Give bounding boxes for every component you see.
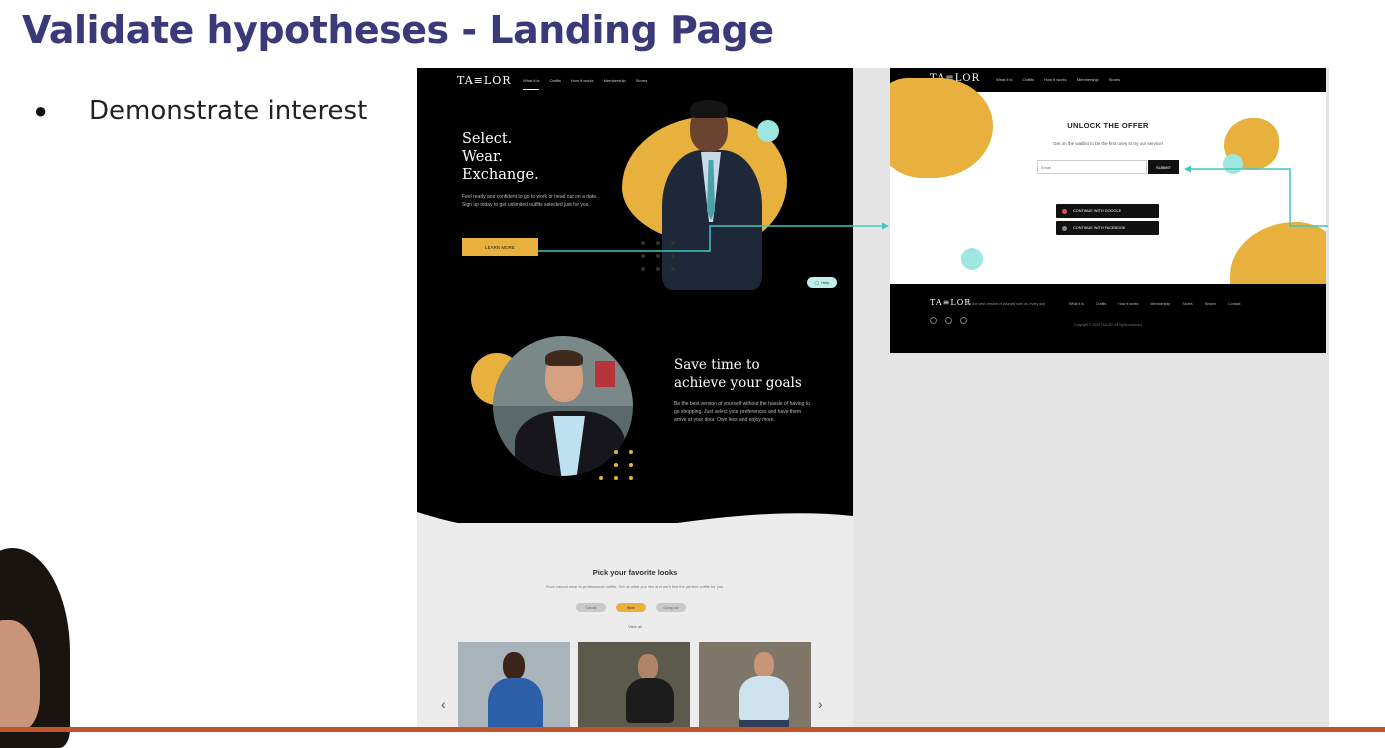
hero-title-line: Exchange. <box>462 167 539 183</box>
view-all-link[interactable]: View all <box>417 624 853 629</box>
learn-more-button[interactable]: LEARN MORE <box>462 238 538 256</box>
save-title-line: Save time to <box>674 357 760 373</box>
carousel-prev-arrow-icon[interactable]: ‹ <box>441 696 446 712</box>
offer-page-mockup: TA≡LOR What it is Outfits How it works M… <box>890 68 1326 353</box>
footer-link[interactable]: Membership <box>1151 302 1171 306</box>
carousel-next-arrow-icon[interactable]: › <box>818 696 823 712</box>
unlock-offer-title: UNLOCK THE OFFER <box>1067 121 1149 130</box>
look-2-head <box>638 654 658 680</box>
footer-copyright: Copyright © 2020 TAILOR. All rights rese… <box>1073 323 1143 327</box>
hero-title-line: Select. <box>462 131 513 147</box>
footer-link[interactable]: Outfits <box>1096 302 1106 306</box>
slide-title: Validate hypotheses - Landing Page <box>22 8 774 52</box>
hero-model-hair <box>690 100 728 118</box>
offer-teal-dot-right <box>1223 154 1243 174</box>
footer-link[interactable]: How it works <box>1118 302 1138 306</box>
continue-with-google-button[interactable]: CONTINUE WITH GOOGLE <box>1056 204 1159 218</box>
footer-link[interactable]: Stores <box>1182 302 1192 306</box>
bullet-text: Demonstrate interest <box>89 96 368 126</box>
nav-item-what-it-is[interactable]: What it is <box>523 78 540 90</box>
save-photo-flag <box>595 361 615 387</box>
chip-work[interactable]: Work <box>616 603 646 612</box>
save-time-title: Save time to achieve your goals <box>674 356 802 392</box>
look-photo-1[interactable] <box>458 642 570 732</box>
hero-dot-grid <box>641 241 677 271</box>
nav-item-what-it-is[interactable]: What it is <box>996 77 1012 82</box>
save-dot-grid <box>599 450 635 480</box>
chat-icon: ◯ <box>814 280 820 285</box>
facebook-icon <box>1062 225 1067 231</box>
look-3-head <box>754 652 774 678</box>
nav-item-stores[interactable]: Stores <box>636 78 648 90</box>
footer-link[interactable]: Search <box>1205 302 1216 306</box>
brand-logo[interactable]: TA≡LOR <box>457 74 512 87</box>
offer-teal-dot-left <box>961 248 983 270</box>
nav-item-outfits[interactable]: Outfits <box>549 78 561 90</box>
nav-item-how-it-works[interactable]: How it works <box>1044 77 1067 82</box>
chip-casual[interactable]: Casual <box>576 603 606 612</box>
save-time-body: Be the best version of yourself without … <box>674 401 810 423</box>
look-photo-3[interactable] <box>699 642 811 732</box>
look-1-jacket <box>488 678 543 732</box>
looks-filter-chips: Casual Work Going out <box>576 603 686 612</box>
unlock-offer-subtitle: Get on the waitlist to be the first ones… <box>1053 141 1163 146</box>
look-2-sweater <box>626 678 674 723</box>
footer-links: What it is Outfits How it works Membersh… <box>1069 302 1241 306</box>
looks-title: Pick your favorite looks <box>592 568 678 577</box>
nav-item-membership[interactable]: Membership <box>604 78 626 90</box>
footer-brand-logo[interactable]: TA≡LOR <box>930 298 971 307</box>
facebook-button-label: CONTINUE WITH FACEBOOK <box>1073 226 1126 230</box>
chat-help-button[interactable]: ◯ Help <box>807 277 837 288</box>
offer-nav: What it is Outfits How it works Membersh… <box>996 77 1130 82</box>
look-photo-2[interactable] <box>578 642 690 732</box>
nav-item-membership[interactable]: Membership <box>1077 77 1099 82</box>
nav-item-how-it-works[interactable]: How it works <box>571 78 594 90</box>
hero-subtitle: Feel ready and confident to go to work o… <box>462 194 598 208</box>
footer-tagline: Be the best version of yourself with us,… <box>967 302 1046 306</box>
nav-item-outfits[interactable]: Outfits <box>1022 77 1034 82</box>
google-icon <box>1062 208 1067 214</box>
submit-button[interactable]: SUBMIT <box>1148 160 1179 174</box>
save-title-line: achieve your goals <box>674 375 802 391</box>
hero-title: Select. Wear. Exchange. <box>462 130 539 184</box>
google-button-label: CONTINUE WITH GOOGLE <box>1073 209 1122 213</box>
offer-footer: TA≡LOR Be the best version of yourself w… <box>890 284 1326 353</box>
footer-link[interactable]: Contact <box>1228 302 1240 306</box>
looks-subtitle: From casual wear to professional outfits… <box>545 584 725 589</box>
nav-item-stores[interactable]: Stores <box>1109 77 1121 82</box>
save-model-hair <box>545 350 583 366</box>
footer-link[interactable]: What it is <box>1069 302 1084 306</box>
look-1-head <box>503 652 525 680</box>
email-field[interactable] <box>1037 160 1147 174</box>
chip-going-out[interactable]: Going out <box>656 603 686 612</box>
hero-title-line: Wear. <box>462 149 503 165</box>
hero-teal-dot <box>757 120 779 142</box>
continue-with-facebook-button[interactable]: CONTINUE WITH FACEBOOK <box>1056 221 1159 235</box>
look-3-shirt <box>739 676 789 721</box>
chat-label: Help <box>821 280 830 285</box>
landing-nav: What it is Outfits How it works Membersh… <box>523 78 657 90</box>
bullet-item: ● Demonstrate interest <box>34 96 367 126</box>
slide-bottom-bar <box>0 727 1385 732</box>
landing-page-mockup: TA≡LOR What it is Outfits How it works M… <box>417 68 853 732</box>
bullet-dot-icon: ● <box>34 98 48 123</box>
